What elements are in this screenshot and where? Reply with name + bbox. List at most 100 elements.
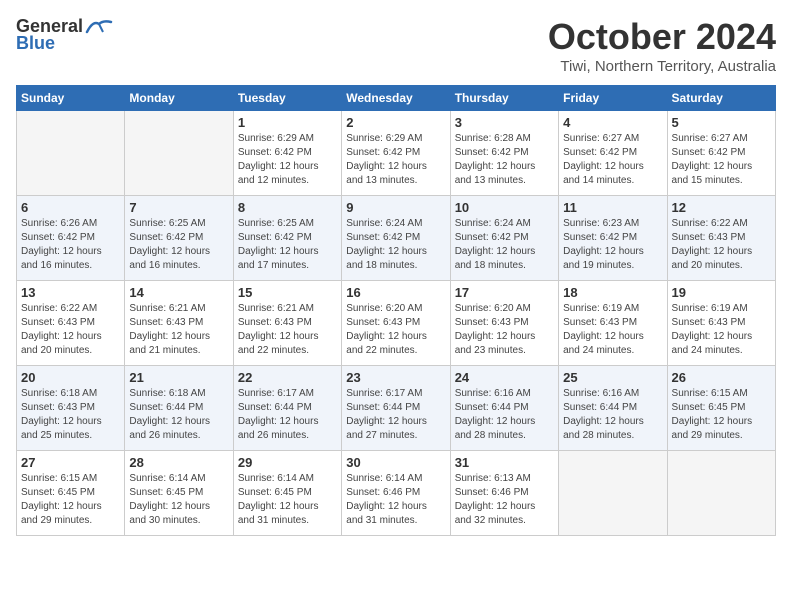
logo: General Blue: [16, 16, 113, 54]
day-number: 14: [129, 285, 228, 300]
day-number: 29: [238, 455, 337, 470]
calendar-cell: 9Sunrise: 6:24 AMSunset: 6:42 PMDaylight…: [342, 196, 450, 281]
day-info: Sunrise: 6:23 AMSunset: 6:42 PMDaylight:…: [563, 217, 662, 273]
calendar-cell: 15 Sunrise: 6:21 AMSunset: 6:43 PMDayligh…: [233, 281, 341, 366]
calendar-cell: 16 Sunrise: 6:20 AMSunset: 6:43 PMDayligh…: [342, 281, 450, 366]
day-info: Sunrise: 6:16 AMSunset: 6:44 PMDaylight:…: [455, 387, 554, 443]
day-info: Sunrise: 6:24 AMSunset: 6:42 PMDaylight:…: [346, 217, 445, 273]
calendar-cell: 5Sunrise: 6:27 AMSunset: 6:42 PMDaylight…: [667, 111, 775, 196]
day-info: Sunrise: 6:18 AMSunset: 6:43 PMDaylight:…: [21, 387, 120, 443]
day-number: 3: [455, 115, 554, 130]
calendar-cell: 1 Sunrise: 6:29 AMSunset: 6:42 PMDaylight…: [233, 111, 341, 196]
calendar-header: Sunday Monday Tuesday Wednesday Thursday…: [17, 86, 776, 111]
calendar-cell: 24 Sunrise: 6:16 AMSunset: 6:44 PMDayligh…: [450, 366, 558, 451]
calendar-cell: 25 Sunrise: 6:16 AMSunset: 6:44 PMDayligh…: [559, 366, 667, 451]
day-info: Sunrise: 6:19 AMSunset: 6:43 PMDaylight:…: [563, 302, 662, 358]
day-number: 7: [129, 200, 228, 215]
calendar-cell: 27Sunrise: 6:15 AMSunset: 6:45 PMDayligh…: [17, 451, 125, 536]
day-number: 15: [238, 285, 337, 300]
subtitle: Tiwi, Northern Territory, Australia: [548, 58, 776, 75]
day-info: Sunrise: 6:27 AMSunset: 6:42 PMDaylight:…: [672, 132, 771, 188]
day-number: 27: [21, 455, 120, 470]
calendar-cell: 4 Sunrise: 6:27 AMSunset: 6:42 PMDaylight…: [559, 111, 667, 196]
calendar-body: 1 Sunrise: 6:29 AMSunset: 6:42 PMDaylight…: [17, 111, 776, 536]
day-info: Sunrise: 6:25 AMSunset: 6:42 PMDaylight:…: [238, 217, 337, 273]
day-info: Sunrise: 6:15 AMSunset: 6:45 PMDaylight:…: [672, 387, 771, 443]
day-info: Sunrise: 6:17 AMSunset: 6:44 PMDaylight:…: [346, 387, 445, 443]
calendar-cell: 22Sunrise: 6:17 AMSunset: 6:44 PMDayligh…: [233, 366, 341, 451]
day-number: 30: [346, 455, 445, 470]
day-number: 11: [563, 200, 662, 215]
calendar-cell: [125, 111, 233, 196]
title-section: October 2024 Tiwi, Northern Territory, A…: [548, 16, 776, 75]
day-number: 25: [563, 370, 662, 385]
day-info: Sunrise: 6:14 AMSunset: 6:45 PMDaylight:…: [238, 472, 337, 528]
day-info: Sunrise: 6:20 AMSunset: 6:43 PMDaylight:…: [346, 302, 445, 358]
day-number: 4: [563, 115, 662, 130]
calendar-cell: [667, 451, 775, 536]
day-number: 1: [238, 115, 337, 130]
day-info: Sunrise: 6:14 AMSunset: 6:45 PMDaylight:…: [129, 472, 228, 528]
day-info: Sunrise: 6:16 AMSunset: 6:44 PMDaylight:…: [563, 387, 662, 443]
day-info: Sunrise: 6:29 AMSunset: 6:42 PMDaylight:…: [346, 132, 445, 188]
calendar-cell: 26 Sunrise: 6:15 AMSunset: 6:45 PMDayligh…: [667, 366, 775, 451]
week-row-4: 27Sunrise: 6:15 AMSunset: 6:45 PMDayligh…: [17, 451, 776, 536]
calendar-cell: 6 Sunrise: 6:26 AMSunset: 6:42 PMDaylight…: [17, 196, 125, 281]
day-info: Sunrise: 6:22 AMSunset: 6:43 PMDaylight:…: [21, 302, 120, 358]
week-row-1: 6 Sunrise: 6:26 AMSunset: 6:42 PMDaylight…: [17, 196, 776, 281]
calendar-cell: 19Sunrise: 6:19 AMSunset: 6:43 PMDayligh…: [667, 281, 775, 366]
day-number: 23: [346, 370, 445, 385]
day-number: 8: [238, 200, 337, 215]
day-info: Sunrise: 6:21 AMSunset: 6:43 PMDaylight:…: [238, 302, 337, 358]
header-thursday: Thursday: [450, 86, 558, 111]
calendar-cell: [559, 451, 667, 536]
day-info: Sunrise: 6:22 AMSunset: 6:43 PMDaylight:…: [672, 217, 771, 273]
day-number: 16: [346, 285, 445, 300]
week-row-3: 20 Sunrise: 6:18 AMSunset: 6:43 PMDayligh…: [17, 366, 776, 451]
calendar-cell: [17, 111, 125, 196]
month-title: October 2024: [548, 16, 776, 58]
calendar-cell: 29 Sunrise: 6:14 AMSunset: 6:45 PMDayligh…: [233, 451, 341, 536]
day-info: Sunrise: 6:13 AMSunset: 6:46 PMDaylight:…: [455, 472, 554, 528]
header-tuesday: Tuesday: [233, 86, 341, 111]
day-info: Sunrise: 6:17 AMSunset: 6:44 PMDaylight:…: [238, 387, 337, 443]
day-number: 12: [672, 200, 771, 215]
logo-bird-icon: [85, 18, 113, 36]
day-info: Sunrise: 6:26 AMSunset: 6:42 PMDaylight:…: [21, 217, 120, 273]
header-wednesday: Wednesday: [342, 86, 450, 111]
header-monday: Monday: [125, 86, 233, 111]
page-header: General Blue October 2024 Tiwi, Northern…: [16, 16, 776, 75]
day-number: 28: [129, 455, 228, 470]
calendar-cell: 31Sunrise: 6:13 AMSunset: 6:46 PMDayligh…: [450, 451, 558, 536]
day-info: Sunrise: 6:14 AMSunset: 6:46 PMDaylight:…: [346, 472, 445, 528]
day-info: Sunrise: 6:29 AMSunset: 6:42 PMDaylight:…: [238, 132, 337, 188]
day-number: 24: [455, 370, 554, 385]
calendar-cell: 8 Sunrise: 6:25 AMSunset: 6:42 PMDaylight…: [233, 196, 341, 281]
day-number: 21: [129, 370, 228, 385]
calendar-cell: 3Sunrise: 6:28 AMSunset: 6:42 PMDaylight…: [450, 111, 558, 196]
calendar-cell: 2Sunrise: 6:29 AMSunset: 6:42 PMDaylight…: [342, 111, 450, 196]
day-number: 17: [455, 285, 554, 300]
week-row-2: 13Sunrise: 6:22 AMSunset: 6:43 PMDayligh…: [17, 281, 776, 366]
calendar-cell: 10Sunrise: 6:24 AMSunset: 6:42 PMDayligh…: [450, 196, 558, 281]
day-number: 18: [563, 285, 662, 300]
header-row: Sunday Monday Tuesday Wednesday Thursday…: [17, 86, 776, 111]
day-info: Sunrise: 6:27 AMSunset: 6:42 PMDaylight:…: [563, 132, 662, 188]
day-number: 19: [672, 285, 771, 300]
calendar-cell: 20 Sunrise: 6:18 AMSunset: 6:43 PMDayligh…: [17, 366, 125, 451]
calendar-cell: 18 Sunrise: 6:19 AMSunset: 6:43 PMDayligh…: [559, 281, 667, 366]
day-number: 26: [672, 370, 771, 385]
day-info: Sunrise: 6:25 AMSunset: 6:42 PMDaylight:…: [129, 217, 228, 273]
calendar-cell: 7 Sunrise: 6:25 AMSunset: 6:42 PMDaylight…: [125, 196, 233, 281]
day-number: 20: [21, 370, 120, 385]
header-saturday: Saturday: [667, 86, 775, 111]
calendar-cell: 28 Sunrise: 6:14 AMSunset: 6:45 PMDayligh…: [125, 451, 233, 536]
day-info: Sunrise: 6:21 AMSunset: 6:43 PMDaylight:…: [129, 302, 228, 358]
day-info: Sunrise: 6:20 AMSunset: 6:43 PMDaylight:…: [455, 302, 554, 358]
calendar-cell: 23 Sunrise: 6:17 AMSunset: 6:44 PMDayligh…: [342, 366, 450, 451]
header-friday: Friday: [559, 86, 667, 111]
day-info: Sunrise: 6:24 AMSunset: 6:42 PMDaylight:…: [455, 217, 554, 273]
calendar-cell: 17 Sunrise: 6:20 AMSunset: 6:43 PMDayligh…: [450, 281, 558, 366]
day-info: Sunrise: 6:18 AMSunset: 6:44 PMDaylight:…: [129, 387, 228, 443]
day-number: 6: [21, 200, 120, 215]
